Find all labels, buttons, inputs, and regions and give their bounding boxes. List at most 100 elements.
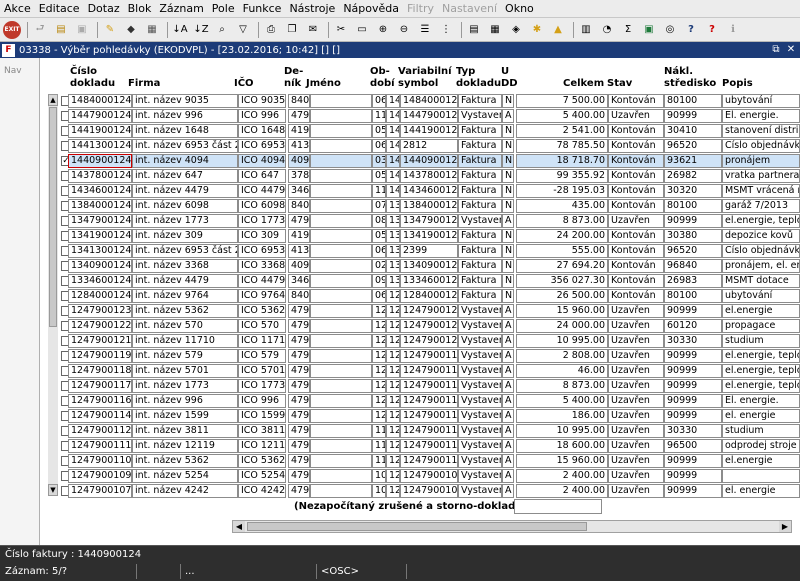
cell-nakl-stredisko[interactable]: 96840 bbox=[664, 259, 722, 273]
cell-obdobi-rok[interactable]: 12 bbox=[386, 349, 400, 363]
table-row[interactable]: 1484000124 int. název 9035 IČO 9035 840 06 14… bbox=[48, 94, 800, 109]
menu-item-3[interactable]: Blok bbox=[128, 2, 152, 15]
cell-popis[interactable]: el. energie bbox=[722, 484, 800, 498]
cell-nakl-stredisko[interactable]: 90999 bbox=[664, 469, 722, 483]
cell-typ-dokladu[interactable]: Vystavená bbox=[458, 484, 502, 498]
cell-typ-dokladu[interactable]: Faktura bbox=[458, 94, 502, 108]
cell-ico[interactable]: IČO 6098 bbox=[238, 199, 286, 213]
cell-denik[interactable]: 479 bbox=[288, 349, 310, 363]
cell-ico[interactable]: IČO 1773 bbox=[238, 214, 286, 228]
cell-jmeno[interactable] bbox=[310, 349, 372, 363]
cell-stav[interactable]: Kontován bbox=[608, 199, 664, 213]
cell-firma[interactable]: int. název 9764 bbox=[132, 289, 238, 303]
cell-popis[interactable]: El. energie. bbox=[722, 109, 800, 123]
cell-variabilni-symbol[interactable]: 1247900119 bbox=[400, 349, 458, 363]
cell-typ-dokladu[interactable]: Faktura bbox=[458, 244, 502, 258]
count-icon[interactable]: ▦ bbox=[143, 21, 161, 39]
cell-jmeno[interactable] bbox=[310, 289, 372, 303]
horizontal-scroll-thumb[interactable] bbox=[247, 522, 587, 531]
cell-ico[interactable]: IČO 1773 bbox=[238, 379, 286, 393]
cell-jmeno[interactable] bbox=[310, 139, 372, 153]
cell-cislo[interactable]: 1437800124 bbox=[68, 169, 132, 183]
mail-icon[interactable]: ✉ bbox=[304, 21, 322, 39]
cell-celkem[interactable]: 15 960.00 bbox=[516, 454, 608, 468]
cell-nakl-stredisko[interactable]: 90999 bbox=[664, 214, 722, 228]
cell-variabilni-symbol[interactable]: 1384000124 bbox=[400, 199, 458, 213]
cell-firma[interactable]: int. název 1773 bbox=[132, 379, 238, 393]
table-row[interactable]: 1247900110 int. název 5362 IČO 5362 479 11 12… bbox=[48, 454, 800, 469]
cell-typ-dokladu[interactable]: Faktura bbox=[458, 289, 502, 303]
cell-nakl-stredisko[interactable]: 30330 bbox=[664, 424, 722, 438]
cell-udd[interactable]: N bbox=[502, 184, 514, 198]
cell-popis[interactable]: studium bbox=[722, 334, 800, 348]
cell-typ-dokladu[interactable]: Faktura bbox=[458, 229, 502, 243]
cell-udd[interactable]: N bbox=[502, 274, 514, 288]
cell-popis[interactable]: el.energie, teplo bbox=[722, 364, 800, 378]
cell-celkem[interactable]: 78 785.50 bbox=[516, 139, 608, 153]
cell-variabilni-symbol[interactable]: 1434600124 bbox=[400, 184, 458, 198]
cell-obdobi-mesic[interactable]: 10 bbox=[372, 484, 386, 498]
cell-firma[interactable]: int. název 3811 bbox=[132, 424, 238, 438]
cell-jmeno[interactable] bbox=[310, 244, 372, 258]
cell-obdobi-mesic[interactable]: 02 bbox=[372, 259, 386, 273]
cell-udd[interactable]: A bbox=[502, 364, 514, 378]
cell-popis[interactable]: el. energie bbox=[722, 409, 800, 423]
cell-denik[interactable]: 840 bbox=[288, 199, 310, 213]
cell-nakl-stredisko[interactable]: 30410 bbox=[664, 124, 722, 138]
table-row[interactable]: 1247900116 int. název 996 IČO 996 479 12 12 12… bbox=[48, 394, 800, 409]
cell-nakl-stredisko[interactable]: 26982 bbox=[664, 169, 722, 183]
cell-firma[interactable]: int. název 1773 bbox=[132, 214, 238, 228]
cell-firma[interactable]: int. název 6953 část 27 bbox=[132, 244, 238, 258]
cell-jmeno[interactable] bbox=[310, 304, 372, 318]
cell-ico[interactable]: IČO 3368 bbox=[238, 259, 286, 273]
back-icon[interactable]: ⮐ bbox=[31, 21, 49, 39]
cell-variabilni-symbol[interactable]: 1247900118 bbox=[400, 364, 458, 378]
cell-obdobi-rok[interactable]: 12 bbox=[386, 319, 400, 333]
cell-obdobi-rok[interactable]: 13 bbox=[386, 274, 400, 288]
cell-popis[interactable]: MŠMT dotace bbox=[722, 274, 800, 288]
cell-denik[interactable]: 479 bbox=[288, 109, 310, 123]
cell-firma[interactable]: int. název 11710 bbox=[132, 334, 238, 348]
cell-stav[interactable]: Uzavřen bbox=[608, 454, 664, 468]
cell-popis[interactable]: ubytování bbox=[722, 289, 800, 303]
cell-nakl-stredisko[interactable]: 96500 bbox=[664, 439, 722, 453]
cell-obdobi-mesic[interactable]: 05 bbox=[372, 169, 386, 183]
cell-nakl-stredisko[interactable]: 30320 bbox=[664, 184, 722, 198]
cell-denik[interactable]: 413 bbox=[288, 244, 310, 258]
cell-obdobi-rok[interactable]: 12 bbox=[386, 334, 400, 348]
cell-typ-dokladu[interactable]: Vystavená bbox=[458, 349, 502, 363]
cell-cislo[interactable]: 1247900117 bbox=[68, 379, 132, 393]
cell-variabilni-symbol[interactable]: 1247900116 bbox=[400, 394, 458, 408]
table-row[interactable]: 1247900121int. název 11710IČO 1171047912… bbox=[48, 334, 800, 349]
cell-firma[interactable]: int. název 4094 bbox=[132, 154, 238, 168]
cell-nakl-stredisko[interactable]: 80100 bbox=[664, 199, 722, 213]
settings-icon[interactable]: ◎ bbox=[661, 21, 679, 39]
cell-popis[interactable]: el.energie bbox=[722, 304, 800, 318]
cell-celkem[interactable]: 8 873.00 bbox=[516, 214, 608, 228]
cell-celkem[interactable]: 2 400.00 bbox=[516, 469, 608, 483]
cell-firma[interactable]: int. název 3368 bbox=[132, 259, 238, 273]
cell-stav[interactable]: Uzavřen bbox=[608, 304, 664, 318]
cell-obdobi-rok[interactable]: 12 bbox=[386, 289, 400, 303]
cell-ico[interactable]: IČO 5362 bbox=[238, 454, 286, 468]
cell-jmeno[interactable] bbox=[310, 184, 372, 198]
cell-denik[interactable]: 479 bbox=[288, 334, 310, 348]
cell-ico[interactable]: IČO 647 bbox=[238, 169, 286, 183]
cell-celkem[interactable]: 27 694.20 bbox=[516, 259, 608, 273]
cell-denik[interactable]: 419 bbox=[288, 229, 310, 243]
cell-variabilni-symbol[interactable]: 1247900117 bbox=[400, 379, 458, 393]
cell-udd[interactable]: A bbox=[502, 454, 514, 468]
cell-cislo[interactable]: 1247900114 bbox=[68, 409, 132, 423]
insert-record-icon[interactable]: ⊕ bbox=[374, 21, 392, 39]
cell-udd[interactable]: A bbox=[502, 409, 514, 423]
cell-firma[interactable]: int. název 5362 bbox=[132, 454, 238, 468]
cell-stav[interactable]: Uzavřen bbox=[608, 364, 664, 378]
help-icon[interactable]: ? bbox=[682, 21, 700, 39]
menu-item-7[interactable]: Nástroje bbox=[289, 2, 335, 15]
cell-firma[interactable]: int. název 1648 bbox=[132, 124, 238, 138]
table-row[interactable]: 1341900124 int. název 309 IČO 309 419 05 13 13… bbox=[48, 229, 800, 244]
cell-udd[interactable]: N bbox=[502, 94, 514, 108]
cell-typ-dokladu[interactable]: Vystavená bbox=[458, 469, 502, 483]
cell-obdobi-rok[interactable]: 14 bbox=[386, 184, 400, 198]
cell-obdobi-mesic[interactable]: 12 bbox=[372, 379, 386, 393]
